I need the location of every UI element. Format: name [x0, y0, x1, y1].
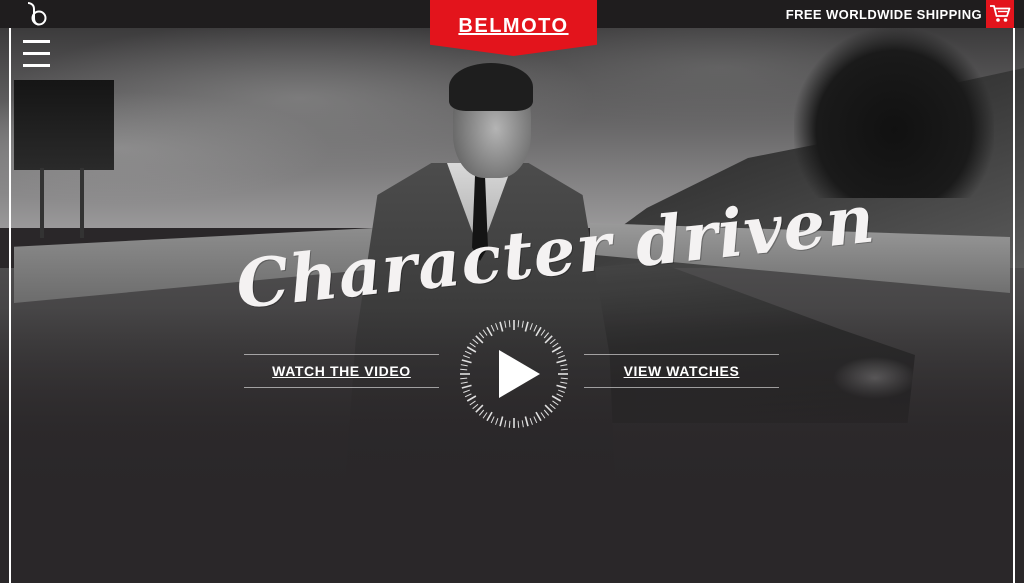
hair — [449, 63, 533, 111]
play-icon[interactable] — [458, 318, 570, 430]
menu-line — [23, 52, 50, 55]
play-ring-tick — [460, 368, 468, 371]
play-ring-tick — [552, 400, 559, 406]
brand-logo-tab[interactable]: BELMOTO — [430, 0, 597, 56]
play-ring-tick — [535, 326, 542, 337]
play-ring-tick — [529, 323, 533, 331]
belmoto-b-logo-icon[interactable] — [24, 1, 50, 27]
road-sign — [14, 80, 114, 170]
play-ring-tick — [504, 420, 507, 428]
play-ring-tick — [499, 321, 504, 332]
play-ring-tick — [560, 377, 568, 380]
play-ring-tick — [551, 395, 562, 402]
play-ring-tick — [472, 403, 479, 410]
play-ring-tick — [475, 404, 484, 413]
play-ring-tick — [544, 335, 553, 344]
play-ring-tick — [460, 381, 468, 384]
play-ring-tick — [543, 409, 550, 416]
play-ring-tick — [486, 411, 493, 422]
play-ring-tick — [533, 416, 538, 424]
hamburger-menu-icon[interactable] — [23, 40, 50, 68]
play-ring-tick — [472, 338, 479, 345]
play-ring-tick — [524, 321, 529, 332]
menu-line — [23, 40, 50, 43]
play-ring-tick — [549, 403, 556, 410]
play-ring-tick — [508, 420, 511, 428]
menu-line — [23, 64, 50, 67]
play-ring-tick — [475, 335, 484, 344]
play-ring-tick — [517, 320, 520, 328]
play-ring-tick — [464, 393, 472, 398]
view-watches-button[interactable]: VIEW WATCHES — [584, 354, 779, 388]
frame-line-right — [1013, 28, 1015, 583]
play-ring-tick — [478, 332, 485, 339]
play-ring-tick — [490, 324, 495, 332]
play-ring-tick — [463, 355, 471, 359]
watch-video-button[interactable]: WATCH THE VIDEO — [244, 354, 439, 388]
play-ring-tick — [464, 350, 472, 355]
play-ring-tick — [556, 393, 564, 398]
play-ring-tick — [495, 417, 499, 425]
play-ring-tick — [469, 342, 476, 348]
play-ring-tick — [551, 346, 562, 353]
play-ring-tick — [495, 323, 499, 331]
play-ring-tick — [482, 412, 488, 419]
play-ring-tick — [517, 420, 520, 428]
play-ring-tick — [469, 400, 476, 406]
play-ring-tick — [466, 346, 477, 353]
sign-post — [40, 168, 44, 238]
play-ring-tick — [460, 364, 468, 367]
play-ring-tick — [557, 389, 565, 393]
play-ring-tick — [556, 350, 564, 355]
play-ring-tick — [540, 412, 546, 419]
play-ring-tick — [543, 332, 550, 339]
play-ring-tick — [460, 377, 468, 380]
play-ring-tick — [549, 338, 556, 345]
play-ring-tick — [560, 364, 568, 367]
play-ring-tick — [529, 417, 533, 425]
play-ring-tick — [560, 381, 568, 384]
play-ring-tick — [508, 320, 511, 328]
play-ring-tick — [461, 384, 472, 389]
play-ring-tick — [499, 416, 504, 427]
play-ring-tick — [556, 359, 567, 364]
trees — [794, 28, 994, 198]
play-ring-tick — [535, 411, 542, 422]
play-ring-tick — [466, 395, 477, 402]
play-ring-tick — [556, 384, 567, 389]
play-ring-tick — [486, 326, 493, 337]
play-ring-tick — [461, 359, 472, 364]
free-shipping-text: FREE WORLDWIDE SHIPPING — [785, 7, 982, 22]
play-ring-tick — [557, 355, 565, 359]
play-ring-tick — [504, 320, 507, 328]
play-ring-tick — [560, 368, 568, 371]
play-ring-tick — [540, 329, 546, 336]
frame-line-left — [9, 28, 11, 583]
play-ring-tick — [552, 342, 559, 348]
play-ring-tick — [521, 320, 524, 328]
play-ring-tick — [524, 416, 529, 427]
shopping-cart-icon[interactable] — [986, 0, 1014, 28]
play-ring-tick — [544, 404, 553, 413]
sign-post — [80, 168, 84, 238]
play-ring-tick — [478, 409, 485, 416]
play-ring-tick — [490, 416, 495, 424]
play-ring-tick — [463, 389, 471, 393]
play-ring-tick — [482, 329, 488, 336]
play-ring-tick — [521, 420, 524, 428]
play-ring-tick — [533, 324, 538, 332]
